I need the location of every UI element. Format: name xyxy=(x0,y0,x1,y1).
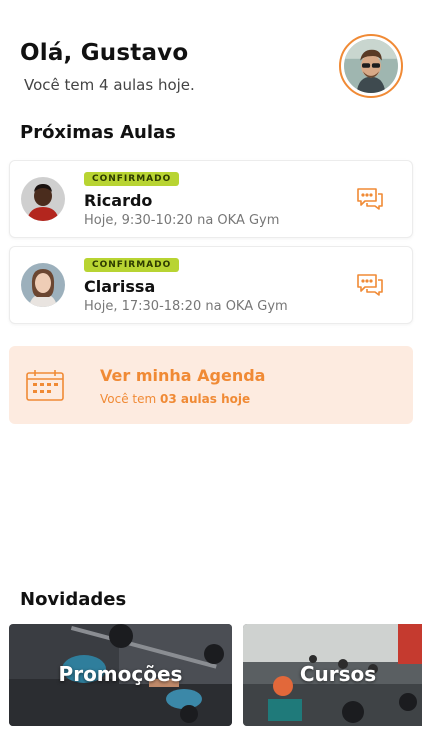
instructor-name: Clarissa xyxy=(84,277,156,296)
header: Olá, Gustavo Você tem 4 aulas hoje. xyxy=(20,40,320,94)
class-card[interactable]: CONFIRMADO Clarissa Hoje, 17:30-18:20 na… xyxy=(9,246,413,324)
class-schedule: Hoje, 17:30-18:20 na OKA Gym xyxy=(84,299,288,314)
status-badge: CONFIRMADO xyxy=(84,172,180,186)
news-card-label: Cursos xyxy=(299,662,377,686)
instructor-avatar xyxy=(21,177,65,221)
greeting: Olá, Gustavo xyxy=(20,40,189,66)
class-card[interactable]: CONFIRMADO Ricardo Hoje, 9:30-10:20 na O… xyxy=(9,160,413,238)
news-card-promotions[interactable]: Promoções xyxy=(9,624,232,726)
status-badge: CONFIRMADO xyxy=(84,258,180,272)
instructor-name: Ricardo xyxy=(84,191,153,210)
chat-icon[interactable] xyxy=(356,273,384,297)
classes-today-summary: Você tem 4 aulas hoje. xyxy=(24,76,195,94)
instructor-avatar xyxy=(21,263,65,307)
class-schedule: Hoje, 9:30-10:20 na OKA Gym xyxy=(84,213,280,228)
agenda-card[interactable]: Ver minha Agenda Você tem 03 aulas hoje xyxy=(9,346,413,424)
news-card-courses[interactable]: Cursos xyxy=(243,624,422,726)
agenda-title: Ver minha Agenda xyxy=(100,366,266,385)
next-classes-title: Próximas Aulas xyxy=(20,122,176,143)
calendar-icon xyxy=(25,368,65,402)
news-title: Novidades xyxy=(20,589,127,610)
user-avatar[interactable] xyxy=(339,34,403,98)
agenda-summary: Você tem 03 aulas hoje xyxy=(100,392,251,406)
chat-icon[interactable] xyxy=(356,187,384,211)
news-card-label: Promoções xyxy=(58,662,183,686)
